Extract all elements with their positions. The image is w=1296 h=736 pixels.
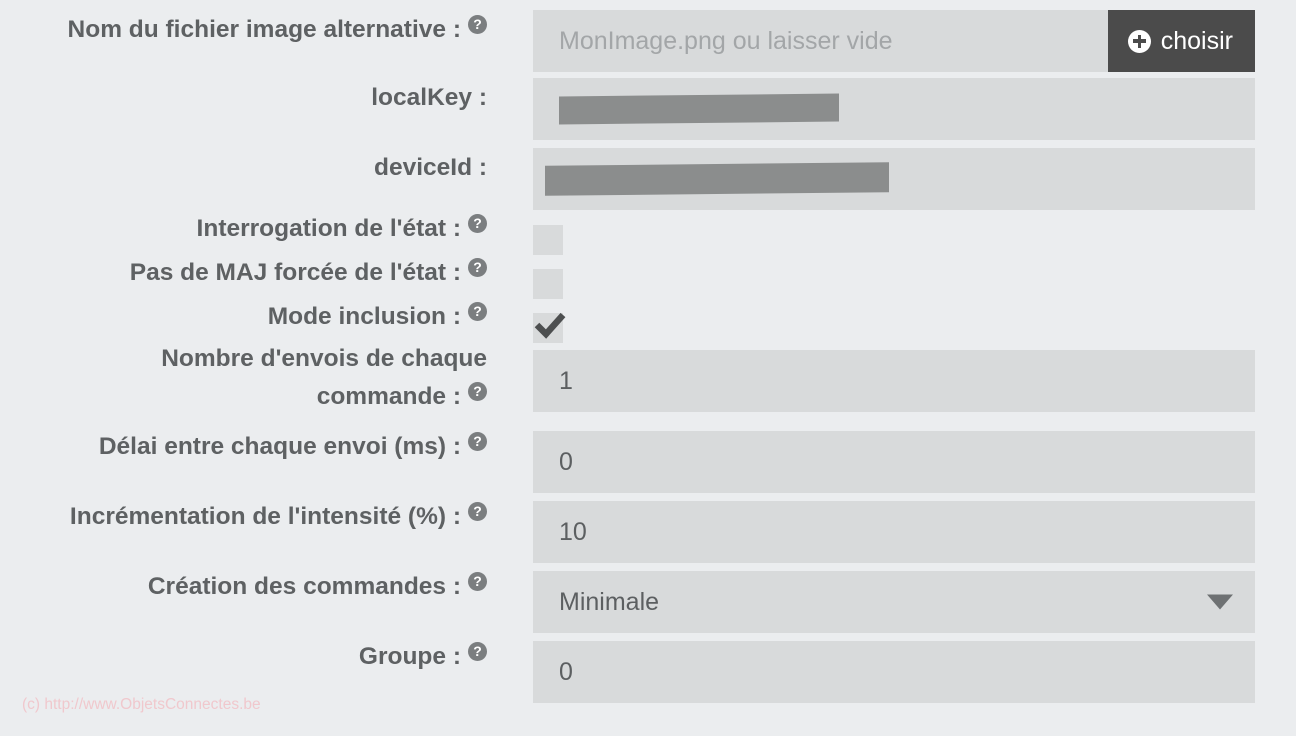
deviceid-input[interactable] (533, 148, 1255, 210)
state-polling-checkbox[interactable] (533, 225, 563, 255)
form-row-group: Groupe :? 0 (0, 637, 1296, 703)
chevron-down-icon[interactable] (1207, 594, 1233, 610)
label-no-forced-update-text: Pas de MAJ forcée de l'état : (129, 259, 461, 286)
field-deviceid (533, 148, 1255, 210)
form-row-localkey: localKey : (0, 78, 1296, 140)
field-send-count: 1 (533, 350, 1255, 412)
label-intensity-step-text: Incrémentation de l'intensité (%) : (69, 503, 461, 530)
field-state-polling (533, 225, 563, 255)
device-settings-form: Nom du fichier image alternative :? MonI… (0, 0, 1296, 736)
help-icon[interactable]: ? (468, 302, 487, 321)
label-intensity-step: Incrémentation de l'intensité (%) :? (0, 497, 487, 537)
label-localkey-text: localKey : (371, 84, 487, 111)
group-input[interactable]: 0 (533, 641, 1255, 703)
label-inclusion-mode: Mode inclusion :? (0, 297, 487, 337)
label-inclusion-mode-text: Mode inclusion : (267, 303, 461, 330)
field-send-delay: 0 (533, 431, 1255, 493)
label-command-creation: Création des commandes :? (0, 567, 487, 607)
label-state-polling: Interrogation de l'état :? (0, 209, 487, 249)
help-icon[interactable]: ? (468, 15, 487, 34)
no-forced-update-checkbox[interactable] (533, 269, 563, 299)
label-deviceid: deviceId : (0, 148, 487, 188)
help-icon[interactable]: ? (468, 642, 487, 661)
label-localkey: localKey : (0, 78, 487, 118)
help-icon[interactable]: ? (468, 258, 487, 277)
intensity-step-input[interactable]: 10 (533, 501, 1255, 563)
redacted-value (545, 162, 889, 196)
watermark: (c) http://www.ObjetsConnectes.be (22, 696, 261, 713)
command-creation-value: Minimale (559, 587, 660, 616)
form-row-send-delay: Délai entre chaque envoi (ms) :? 0 (0, 427, 1296, 493)
label-send-count: Nombre d'envois de chaque commande :? (0, 340, 487, 416)
redacted-value (559, 93, 839, 125)
form-row-state-polling: Interrogation de l'état :? (0, 209, 1296, 255)
form-row-image-filename: Nom du fichier image alternative :? MonI… (0, 10, 1296, 72)
label-group-text: Groupe : (358, 643, 461, 670)
field-intensity-step: 10 (533, 501, 1255, 563)
field-inclusion-mode (533, 312, 566, 343)
inclusion-mode-checkbox[interactable] (533, 312, 566, 343)
command-creation-select[interactable]: Minimale (533, 571, 1255, 633)
form-row-send-count: Nombre d'envois de chaque commande :? 1 (0, 340, 1296, 416)
label-state-polling-text: Interrogation de l'état : (196, 215, 461, 242)
label-send-delay-text: Délai entre chaque envoi (ms) : (98, 433, 461, 460)
image-filename-input[interactable]: MonImage.png ou laisser vide choisir (533, 10, 1255, 72)
plus-circle-icon (1127, 29, 1151, 53)
field-localkey (533, 78, 1255, 140)
label-command-creation-text: Création des commandes : (147, 573, 461, 600)
send-count-input[interactable]: 1 (533, 350, 1255, 412)
form-row-inclusion-mode: Mode inclusion :? (0, 297, 1296, 343)
help-icon[interactable]: ? (468, 572, 487, 591)
group-value: 0 (559, 657, 573, 686)
localkey-input[interactable] (533, 78, 1255, 140)
form-row-no-forced-update: Pas de MAJ forcée de l'état :? (0, 253, 1296, 299)
help-icon[interactable]: ? (468, 432, 487, 451)
help-icon[interactable]: ? (468, 502, 487, 521)
intensity-step-value: 10 (559, 517, 587, 546)
label-send-count-text: Nombre d'envois de chaque commande : (161, 345, 487, 410)
send-delay-value: 0 (559, 447, 573, 476)
help-icon[interactable]: ? (468, 382, 487, 401)
label-group: Groupe :? (0, 637, 487, 677)
field-group: 0 (533, 641, 1255, 703)
label-image-filename: Nom du fichier image alternative :? (0, 10, 487, 50)
choose-file-button-label: choisir (1160, 26, 1233, 55)
label-deviceid-text: deviceId : (373, 154, 487, 181)
send-count-value: 1 (559, 366, 573, 395)
choose-file-button[interactable]: choisir (1107, 10, 1255, 72)
label-no-forced-update: Pas de MAJ forcée de l'état :? (0, 253, 487, 293)
form-row-intensity-step: Incrémentation de l'intensité (%) :? 10 (0, 497, 1296, 563)
field-image-filename: MonImage.png ou laisser vide choisir (533, 10, 1255, 72)
image-filename-placeholder: MonImage.png ou laisser vide (559, 26, 893, 55)
field-command-creation: Minimale (533, 571, 1255, 633)
form-row-command-creation: Création des commandes :? Minimale (0, 567, 1296, 633)
label-image-filename-text: Nom du fichier image alternative : (67, 16, 461, 43)
field-no-forced-update (533, 269, 563, 299)
form-row-deviceid: deviceId : (0, 148, 1296, 210)
help-icon[interactable]: ? (468, 214, 487, 233)
send-delay-input[interactable]: 0 (533, 431, 1255, 493)
label-send-delay: Délai entre chaque envoi (ms) :? (0, 427, 487, 467)
